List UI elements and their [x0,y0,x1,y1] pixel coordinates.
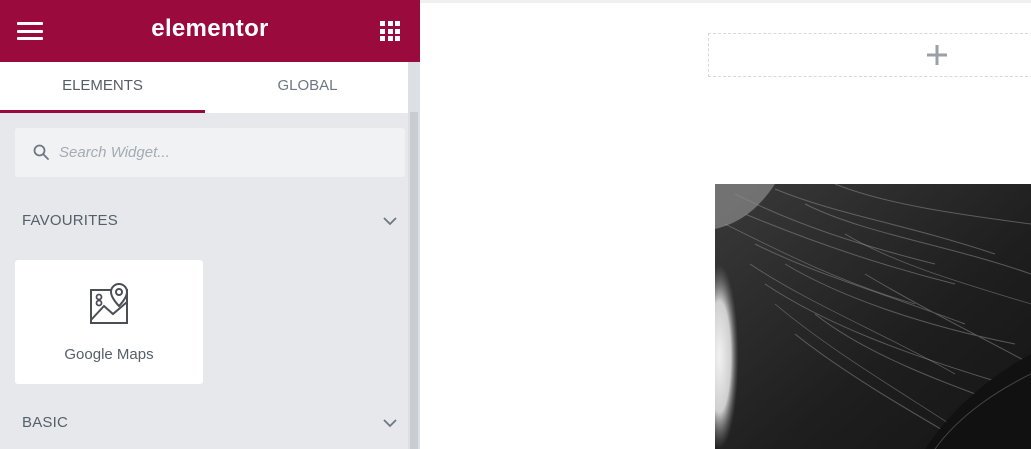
editor-panel: elementor ELEMENTS GLOBAL FAVOURITES [0,0,420,449]
search-icon [33,144,49,160]
plus-icon[interactable] [926,44,948,66]
panel-scrollbar[interactable] [408,62,420,449]
scrollbar-thumb[interactable] [410,112,418,449]
add-section-area[interactable] [708,33,1031,77]
search-box [15,128,405,177]
tab-elements[interactable]: ELEMENTS [0,62,205,113]
basic-section-header[interactable]: BASIC [0,408,408,438]
panel-header: elementor [0,0,420,62]
search-widget-input[interactable] [59,128,389,177]
elementor-logo: elementor [151,15,269,42]
chevron-down-icon[interactable] [382,215,398,227]
favourites-section-header[interactable]: FAVOURITES [0,206,408,236]
basic-section-label: BASIC [22,414,69,431]
widget-label: Google Maps [64,346,154,363]
hair-photo-image [715,184,1031,449]
preview-canvas [420,0,1031,449]
photo-illustration [715,184,1031,449]
map-pin-icon [90,282,129,324]
widget-google-maps[interactable]: Google Maps [15,260,203,384]
tab-global[interactable]: GLOBAL [205,62,410,113]
chevron-down-icon[interactable] [382,417,398,429]
favourites-section-label: FAVOURITES [22,212,118,229]
canvas-top-border [420,0,1031,3]
grid-icon[interactable] [380,21,400,41]
panel-tabs: ELEMENTS GLOBAL [0,62,410,113]
